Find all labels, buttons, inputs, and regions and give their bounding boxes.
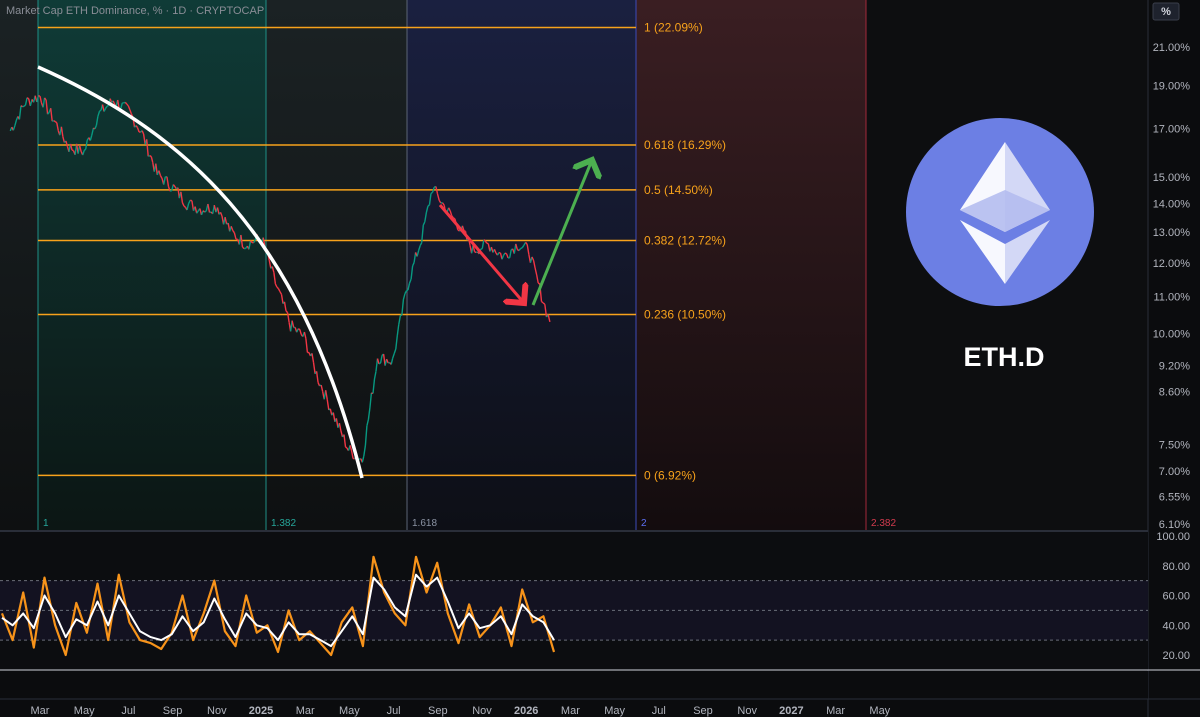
price-segment (53, 120, 56, 123)
price-tick: 10.00% (1153, 328, 1191, 340)
price-tick: 15.00% (1153, 172, 1191, 184)
fib-level-label: 0.382 (12.72%) (644, 233, 726, 247)
price-segment (71, 149, 74, 152)
price-segment (204, 210, 207, 213)
zone-label-1: 1 (43, 518, 49, 529)
time-tick: May (339, 705, 360, 717)
chart-legend: Market Cap ETH Dominance, % · 1D · CRYPT… (6, 5, 264, 17)
price-segment (20, 105, 23, 108)
price-segment (457, 229, 460, 232)
time-tick: May (604, 705, 625, 717)
oscillator-tick: 80.00 (1162, 561, 1190, 573)
price-segment (537, 282, 541, 285)
chart-area[interactable]: 1 1.382 1.618 2 2.382 1 (22.09%) 0.618 (1… (0, 0, 1200, 717)
price-segment (26, 97, 30, 100)
price-segment (345, 446, 348, 449)
price-segment (480, 247, 483, 250)
time-tick: Jul (652, 705, 666, 717)
zone-bg-1618 (407, 0, 636, 530)
time-tick: May (869, 705, 890, 717)
price-tick: 21.00% (1153, 42, 1191, 54)
price-tick: 8.60% (1159, 386, 1190, 398)
price-segment (106, 104, 109, 107)
time-axis[interactable]: Mar May Jul Sep Nov 2025 Mar May Jul Sep Nov 2026 Ma… (31, 705, 891, 717)
time-tick: Jul (387, 705, 401, 717)
price-segment (99, 109, 102, 112)
price-tick: 11.00% (1154, 292, 1191, 304)
zone-bg-1 (38, 0, 266, 530)
time-tick: Nov (207, 705, 227, 717)
price-segment (378, 362, 381, 365)
price-segment (474, 251, 477, 254)
price-tick: 9.20% (1159, 360, 1190, 372)
oscillator-tick: 40.00 (1162, 620, 1190, 632)
ethereum-logo (906, 118, 1094, 306)
price-tick: 19.00% (1153, 81, 1191, 93)
zone-label-2: 2 (641, 518, 647, 529)
time-tick: 2025 (249, 705, 273, 717)
zone-bg-pre (0, 0, 38, 530)
price-segment (498, 251, 501, 254)
time-tick: Mar (826, 705, 845, 717)
zone-label-1618: 1.618 (412, 518, 437, 529)
zone-label-1382: 1.382 (271, 518, 296, 529)
price-segment (190, 199, 193, 202)
zone-bg-2 (636, 0, 866, 530)
oscillator-tick: 100.00 (1156, 531, 1190, 543)
fib-level-label: 0.236 (10.50%) (644, 307, 726, 321)
zone-label-2382: 2.382 (871, 518, 896, 529)
time-tick: Mar (296, 705, 315, 717)
price-segment (149, 155, 152, 158)
oscillator-tick: 20.00 (1162, 650, 1190, 662)
price-segment (430, 191, 433, 194)
price-segment (83, 148, 87, 152)
price-segment (54, 121, 58, 124)
empty-pane (0, 671, 1148, 699)
time-tick: May (74, 705, 95, 717)
price-tick: 12.00% (1153, 258, 1191, 270)
price-segment (504, 252, 507, 255)
zone-bg-1382 (266, 0, 407, 530)
time-tick: Sep (428, 705, 448, 717)
fib-level-label: 0 (6.92%) (644, 468, 696, 482)
price-segment (23, 104, 26, 107)
fib-level-label: 0.5 (14.50%) (644, 183, 713, 197)
time-tick: Nov (472, 705, 492, 717)
time-tick: 2026 (514, 705, 538, 717)
price-tick: 7.50% (1159, 439, 1190, 451)
time-tick: 2027 (779, 705, 803, 717)
price-tick: 7.00% (1159, 466, 1190, 478)
time-tick: Jul (121, 705, 135, 717)
time-tick: Sep (693, 705, 713, 717)
fib-level-label: 0.618 (16.29%) (644, 138, 726, 152)
fib-level-label: 1 (22.09%) (644, 20, 703, 34)
price-segment (520, 247, 523, 250)
eth-dominance-chart[interactable]: 1 1.382 1.618 2 2.382 1 (22.09%) 0.618 (1… (0, 0, 1200, 717)
price-segment (183, 205, 186, 208)
price-segment (297, 328, 301, 331)
price-tick: 14.00% (1153, 198, 1191, 210)
price-segment (406, 289, 409, 292)
price-tick: 17.00% (1153, 124, 1191, 136)
price-tick: 6.55% (1159, 492, 1190, 504)
unit-button-label: % (1161, 6, 1171, 18)
ticker-label: ETH.D (964, 342, 1045, 372)
price-tick: 6.10% (1159, 519, 1190, 531)
time-tick: Mar (561, 705, 580, 717)
time-tick: Sep (163, 705, 183, 717)
oscillator-tick: 60.00 (1162, 591, 1190, 603)
price-tick: 13.00% (1153, 227, 1191, 239)
time-tick: Mar (31, 705, 50, 717)
time-tick: Nov (737, 705, 757, 717)
price-axis-bg (1148, 0, 1200, 717)
